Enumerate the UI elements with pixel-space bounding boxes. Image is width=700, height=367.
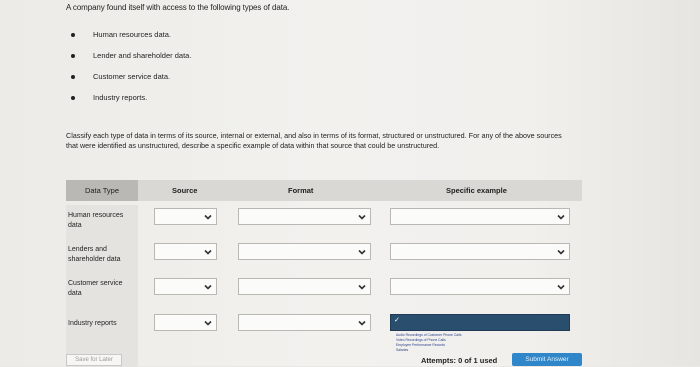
chevron-down-icon xyxy=(556,212,566,222)
question-page: A company found itself with access to th… xyxy=(0,0,700,367)
dropdown-options: Audio Recordings of Customer Phone Calls… xyxy=(396,333,496,353)
submit-answer-button[interactable]: Submit Answer xyxy=(512,353,582,366)
list-item: Customer service data. xyxy=(66,72,191,93)
source-dropdown[interactable] xyxy=(154,208,217,225)
format-dropdown[interactable] xyxy=(238,278,371,295)
format-dropdown[interactable] xyxy=(238,208,371,225)
source-dropdown[interactable] xyxy=(154,278,217,295)
chevron-down-icon xyxy=(203,212,213,222)
intro-text: A company found itself with access to th… xyxy=(66,3,290,12)
chevron-down-icon xyxy=(203,318,213,328)
bullet-icon xyxy=(71,75,75,79)
chevron-down-icon xyxy=(357,318,367,328)
table-row: Lenders and shareholder data xyxy=(66,239,582,273)
bullet-icon xyxy=(71,96,75,100)
table-row: Human resources data xyxy=(66,205,582,239)
row-label-lenders: Lenders and shareholder data xyxy=(68,246,121,263)
check-icon: ✓ xyxy=(394,317,400,324)
chevron-down-icon xyxy=(556,247,566,257)
chevron-down-icon xyxy=(357,282,367,292)
header-format: Format xyxy=(288,186,314,195)
example-dropdown-open[interactable]: ✓ xyxy=(390,314,570,331)
bullet-icon xyxy=(71,33,75,37)
list-item: Human resources data. xyxy=(66,30,191,51)
question-text: Classify each type of data in terms of i… xyxy=(66,131,562,150)
example-dropdown[interactable] xyxy=(390,243,570,260)
table-row: Industry reports ✓ Audio Recordings of C… xyxy=(66,307,582,367)
header-source: Source xyxy=(172,186,198,195)
attempts-counter: Attempts: 0 of 1 used xyxy=(421,356,498,365)
source-dropdown[interactable] xyxy=(154,243,217,260)
table-row: Customer service data xyxy=(66,273,582,307)
chevron-down-icon xyxy=(357,247,367,257)
table-header: Data Type Source Format Specific example xyxy=(66,180,582,201)
row-label-industry-reports: Industry reports xyxy=(68,320,117,327)
data-types-list: Human resources data. Lender and shareho… xyxy=(66,30,191,114)
chevron-down-icon xyxy=(203,282,213,292)
dropdown-option[interactable]: Salaries xyxy=(396,348,496,353)
row-label-human-resources: Human resources data xyxy=(68,212,124,229)
list-item: Industry reports. xyxy=(66,93,191,114)
example-dropdown[interactable] xyxy=(390,278,570,295)
format-dropdown[interactable] xyxy=(238,243,371,260)
header-data-type: Data Type xyxy=(66,180,138,201)
list-item: Lender and shareholder data. xyxy=(66,51,191,72)
example-dropdown[interactable] xyxy=(390,208,570,225)
source-dropdown[interactable] xyxy=(154,314,217,331)
chevron-down-icon xyxy=(203,247,213,257)
save-for-later-button[interactable]: Save for Later xyxy=(66,354,122,366)
chevron-down-icon xyxy=(357,212,367,222)
format-dropdown[interactable] xyxy=(238,314,371,331)
row-label-customer-service: Customer service data xyxy=(68,280,123,297)
classification-table: Data Type Source Format Specific example… xyxy=(66,180,582,367)
chevron-down-icon xyxy=(556,282,566,292)
bullet-icon xyxy=(71,54,75,58)
header-specific-example: Specific example xyxy=(446,186,507,195)
